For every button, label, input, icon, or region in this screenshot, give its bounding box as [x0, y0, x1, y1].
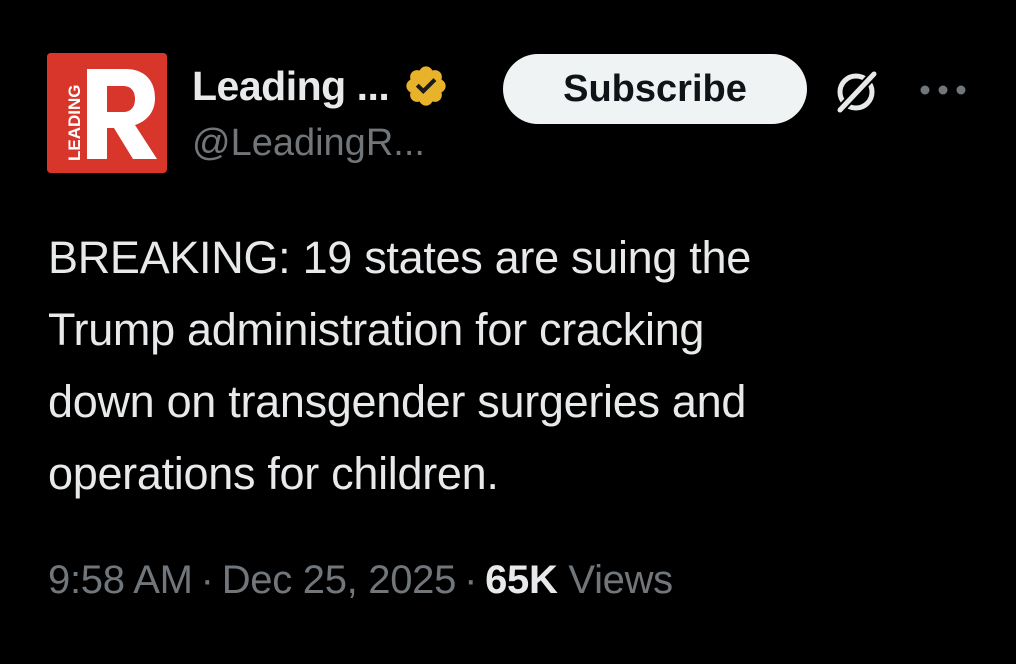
- subscribe-button[interactable]: Subscribe: [503, 54, 807, 124]
- grok-icon[interactable]: [832, 66, 882, 116]
- tweet-time[interactable]: 9:58 AM: [48, 558, 193, 602]
- views-count[interactable]: 65K: [485, 558, 558, 602]
- tweet-text: BREAKING: 19 states are suing the Trump …: [48, 222, 948, 510]
- author-display-name[interactable]: Leading ...: [192, 63, 390, 110]
- tweet-meta: 9:58 AM · Dec 25, 2025 · 65K Views: [48, 558, 673, 603]
- meta-separator: ·: [464, 558, 478, 602]
- tweet-text-line: down on transgender surgeries and: [48, 376, 747, 427]
- tweet-date[interactable]: Dec 25, 2025: [222, 558, 457, 602]
- tweet-card: LEADING Leading ... @LeadingR... Subscri…: [0, 0, 1016, 664]
- author-name-row: Leading ...: [192, 58, 449, 114]
- avatar-word: LEADING: [65, 85, 84, 162]
- author-handle[interactable]: @LeadingR...: [192, 122, 425, 165]
- tweet-text-line: Trump administration for cracking: [48, 304, 705, 355]
- more-icon[interactable]: [915, 80, 971, 100]
- views-label[interactable]: Views: [568, 558, 673, 602]
- meta-separator: ·: [200, 558, 214, 602]
- tweet-text-line: BREAKING: 19 states are suing the: [48, 232, 751, 283]
- tweet-text-line: operations for children.: [48, 448, 499, 499]
- verified-badge-icon[interactable]: [403, 63, 449, 109]
- leading-logo: LEADING: [47, 53, 167, 173]
- avatar[interactable]: LEADING: [47, 53, 167, 173]
